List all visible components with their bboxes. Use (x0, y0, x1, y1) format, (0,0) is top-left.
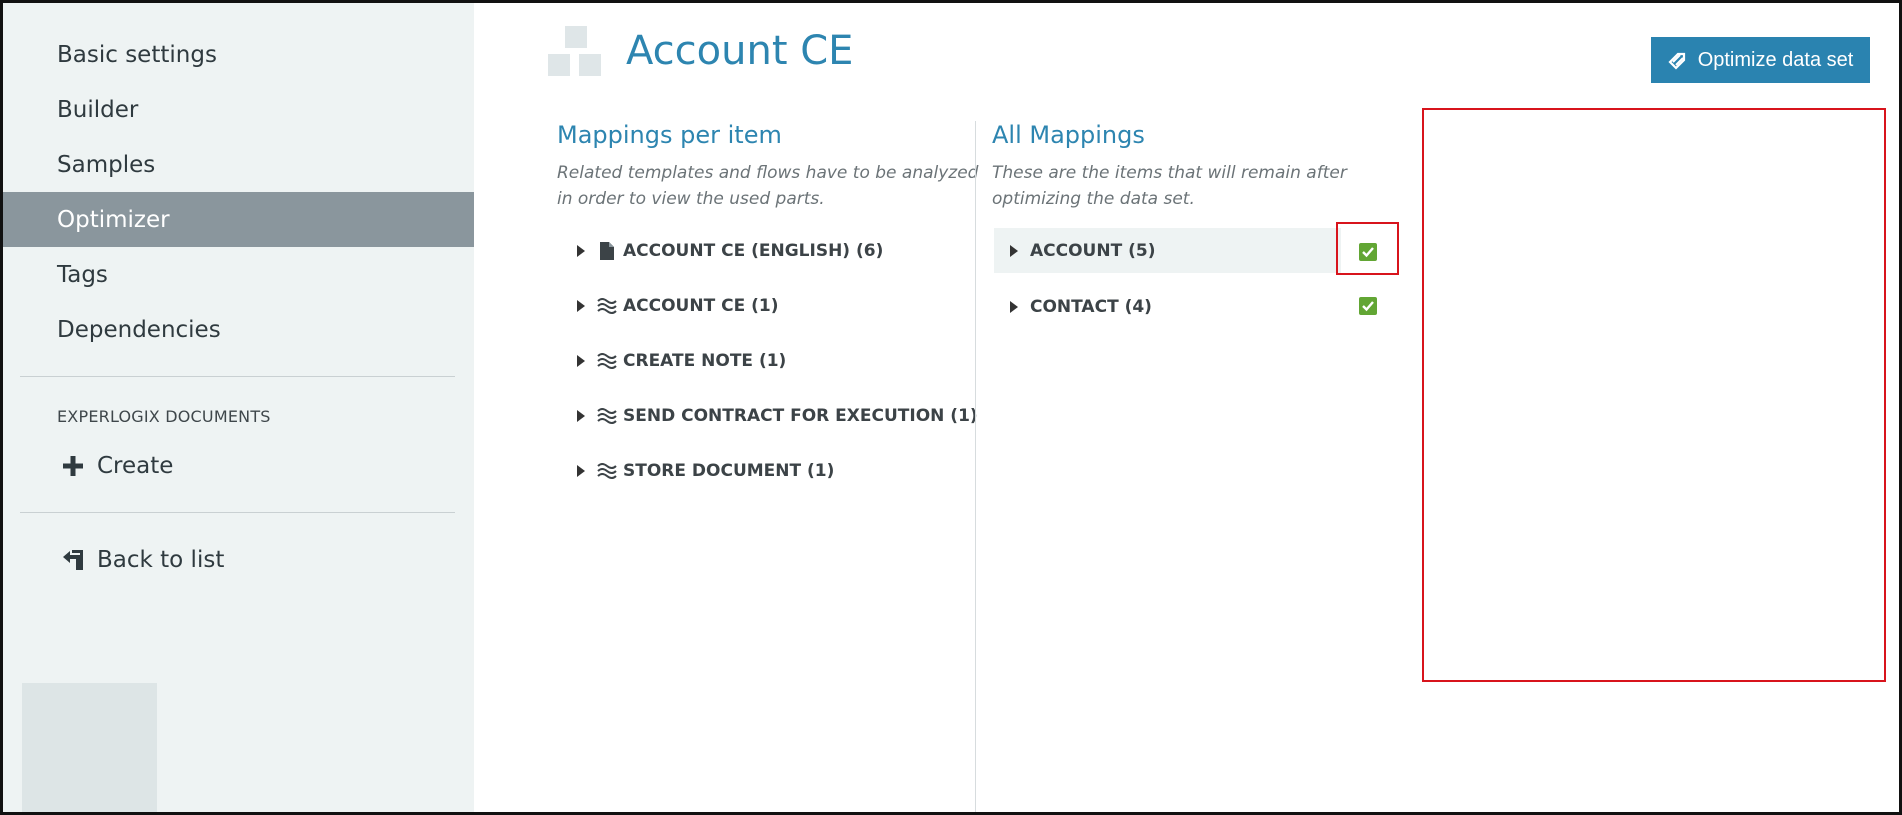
back-arrow-icon (57, 544, 89, 576)
plus-icon (57, 450, 89, 482)
sidebar-item-label: Basic settings (57, 41, 217, 68)
sidebar: Basic settings Builder Samples Optimizer… (3, 3, 474, 812)
tree-item-label: SEND CONTRACT FOR EXECUTION (1) (623, 406, 978, 426)
caret-right-icon[interactable] (577, 465, 585, 477)
tree-item-label: CREATE NOTE (1) (623, 351, 787, 371)
flow-icon (597, 462, 617, 480)
page-title: Account CE (626, 28, 854, 74)
tree-item-label: ACCOUNT CE (ENGLISH) (6) (623, 241, 884, 261)
sidebar-item-tags[interactable]: Tags (3, 247, 474, 302)
flow-icon (597, 297, 617, 315)
sidebar-item-label: Dependencies (57, 316, 221, 343)
optimize-button-label: Optimize data set (1697, 48, 1854, 71)
sidebar-item-label: Tags (57, 261, 108, 288)
caret-right-icon[interactable] (577, 355, 585, 367)
sidebar-item-label: Samples (57, 151, 156, 178)
flow-icon (597, 407, 617, 425)
all-mappings-title: All Mappings (992, 121, 1145, 149)
all-mappings-description: These are the items that will remain aft… (992, 163, 1347, 209)
sidebar-item-builder[interactable]: Builder (3, 82, 474, 137)
document-icon (597, 242, 617, 260)
dataset-logo-icon (548, 26, 605, 81)
mapping-row-account[interactable]: ACCOUNT (5) (994, 228, 1341, 273)
tree-item-account-ce[interactable]: ACCOUNT CE (1) (577, 284, 778, 328)
sidebar-item-label: Optimizer (57, 206, 170, 233)
sidebar-item-optimizer[interactable]: Optimizer (3, 192, 474, 247)
mapping-row-contact[interactable]: CONTACT (4) (994, 284, 1341, 329)
section-label: EXPERLOGIX DOCUMENTS (57, 407, 271, 426)
optimize-icon (1668, 50, 1688, 70)
sidebar-divider (20, 512, 455, 513)
tree-item-send-contract[interactable]: SEND CONTRACT FOR EXECUTION (1) (577, 394, 978, 438)
caret-right-icon[interactable] (1010, 300, 1018, 313)
sidebar-item-basic-settings[interactable]: Basic settings (3, 27, 474, 82)
sidebar-item-dependencies[interactable]: Dependencies (3, 302, 474, 357)
back-to-list-button[interactable]: Back to list (57, 544, 224, 576)
flow-icon (597, 352, 617, 370)
create-button[interactable]: Create (57, 450, 173, 482)
highlight-box-panel (1422, 108, 1886, 682)
tree-item-label: STORE DOCUMENT (1) (623, 461, 835, 481)
sidebar-item-label: Builder (57, 96, 139, 123)
back-label: Back to list (97, 547, 225, 573)
tree-item-create-note[interactable]: CREATE NOTE (1) (577, 339, 786, 383)
optimize-data-set-button[interactable]: Optimize data set (1651, 37, 1870, 83)
tree-item-label: ACCOUNT CE (1) (623, 296, 779, 316)
caret-right-icon[interactable] (577, 410, 585, 422)
tree-item-account-ce-english[interactable]: ACCOUNT CE (ENGLISH) (6) (577, 229, 883, 273)
mapping-row-label: ACCOUNT (5) (1030, 240, 1156, 261)
highlight-box-checkbox (1336, 222, 1399, 275)
mapping-row-label: CONTACT (4) (1030, 296, 1152, 317)
thumbnail-placeholder (22, 683, 157, 812)
column-divider (975, 121, 976, 815)
checkmark-icon (1362, 301, 1374, 312)
caret-right-icon[interactable] (1010, 244, 1018, 257)
mappings-per-item-description: Related templates and flows have to be a… (557, 163, 979, 209)
contact-checkbox[interactable] (1359, 297, 1377, 315)
mappings-per-item-title: Mappings per item (557, 121, 782, 149)
create-label: Create (97, 453, 174, 479)
caret-right-icon[interactable] (577, 245, 585, 257)
tree-item-store-document[interactable]: STORE DOCUMENT (1) (577, 449, 834, 493)
sidebar-divider (20, 376, 455, 377)
sidebar-item-samples[interactable]: Samples (3, 137, 474, 192)
caret-right-icon[interactable] (577, 300, 585, 312)
